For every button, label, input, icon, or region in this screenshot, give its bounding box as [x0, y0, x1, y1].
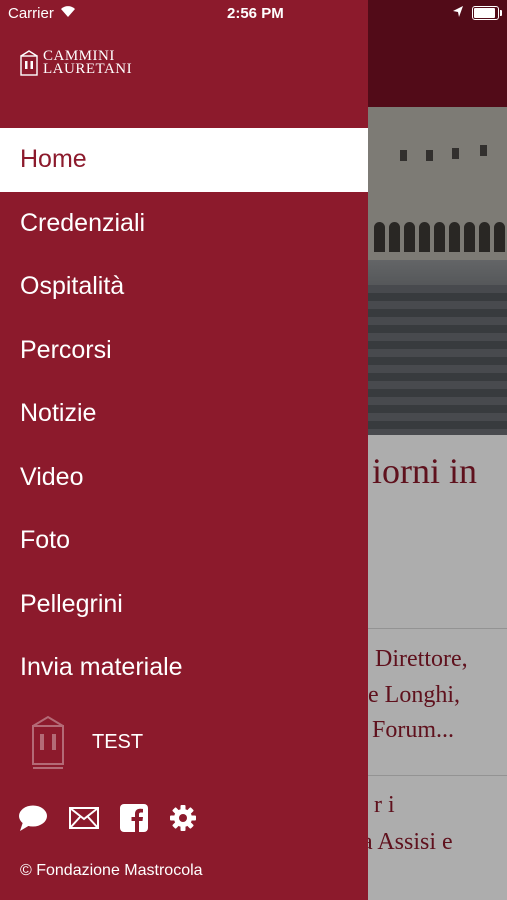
- menu-item-credenziali[interactable]: Credenziali: [0, 192, 368, 256]
- menu-item-ospitalita[interactable]: Ospitalità: [0, 255, 368, 319]
- action-icons-row: [18, 804, 218, 832]
- status-bar: Carrier 2:56 PM: [0, 0, 507, 28]
- menu-item-video[interactable]: Video: [0, 446, 368, 510]
- gear-icon[interactable]: [169, 804, 197, 832]
- logo-line: LAURETANI: [43, 61, 133, 77]
- menu-item-home[interactable]: Home: [0, 128, 368, 192]
- menu-item-pellegrini[interactable]: Pellegrini: [0, 573, 368, 637]
- battery-icon: [472, 6, 502, 20]
- wifi-icon: [61, 6, 75, 17]
- menu-item-percorsi[interactable]: Percorsi: [0, 319, 368, 383]
- user-profile[interactable]: TEST: [30, 714, 143, 770]
- location-arrow-icon: [453, 6, 463, 17]
- navigation-drawer: CAMMINI LAURETANI Home Credenziali Ospit…: [0, 0, 368, 900]
- chat-icon[interactable]: [18, 804, 48, 832]
- drawer-menu: Home Credenziali Ospitalità Percorsi Not…: [0, 128, 368, 700]
- carrier-label: Carrier: [8, 5, 54, 22]
- menu-item-notizie[interactable]: Notizie: [0, 382, 368, 446]
- church-emblem-icon: [20, 50, 38, 76]
- copyright-text: © Fondazione Mastrocola: [20, 862, 203, 879]
- user-avatar-emblem-icon: [32, 715, 64, 769]
- user-name: TEST: [92, 730, 144, 753]
- menu-item-invia-materiale[interactable]: Invia materiale: [0, 636, 368, 700]
- facebook-icon[interactable]: [120, 804, 148, 832]
- status-time: 2:56 PM: [227, 5, 284, 22]
- cammini-lauretani-logo: CAMMINI LAURETANI: [20, 49, 133, 77]
- menu-item-foto[interactable]: Foto: [0, 509, 368, 573]
- mail-icon[interactable]: [69, 807, 99, 829]
